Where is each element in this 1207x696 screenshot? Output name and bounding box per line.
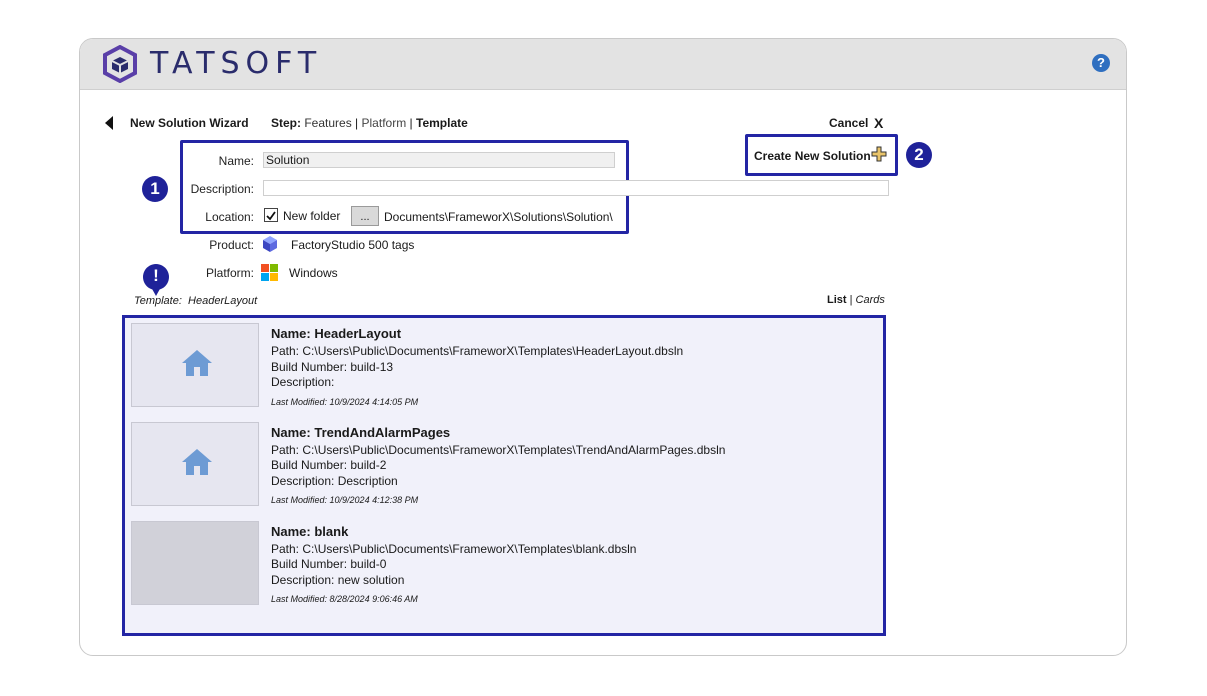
warning-marker: ! <box>153 266 159 285</box>
tatsoft-logo-icon <box>103 45 137 83</box>
home-icon <box>182 350 212 376</box>
template-value: HeaderLayout <box>188 295 258 307</box>
template-path: Path: C:\Users\Public\Documents\Framewor… <box>271 344 684 358</box>
logo-text: TATSOFT <box>150 46 323 81</box>
windows-icon <box>261 264 278 281</box>
close-button[interactable]: X <box>874 115 883 131</box>
location-path: Documents\FrameworX\Solutions\Solution\ <box>384 210 613 224</box>
wizard-title: New Solution Wizard <box>130 116 249 130</box>
step-label: Step: <box>271 116 301 130</box>
template-label: Template: <box>134 295 182 307</box>
step-breadcrumb: Step: Features | Platform | Template <box>271 116 468 130</box>
description-label: Description: <box>190 182 254 196</box>
view-separator: | <box>849 294 853 306</box>
template-name[interactable]: Name: TrendAndAlarmPages <box>271 425 450 440</box>
template-thumbnail[interactable] <box>131 521 259 605</box>
template-build: Build Number: build-13 <box>271 360 394 374</box>
check-icon <box>266 211 276 221</box>
marker-two: 2 <box>906 142 932 168</box>
product-cube-icon <box>263 236 277 252</box>
cancel-button[interactable]: Cancel <box>829 116 868 130</box>
description-input[interactable] <box>263 180 889 196</box>
template-modified: Last Modified: 10/9/2024 4:12:38 PM <box>271 495 419 505</box>
step-platform[interactable]: Platform <box>362 116 407 130</box>
home-icon <box>182 449 212 475</box>
template-name[interactable]: Name: HeaderLayout <box>271 326 401 341</box>
back-arrow-icon[interactable] <box>104 116 114 130</box>
location-label: Location: <box>205 210 254 224</box>
view-toggle: List | Cards <box>827 294 885 306</box>
template-modified: Last Modified: 8/28/2024 9:06:46 AM <box>271 594 418 604</box>
plus-icon[interactable] <box>871 146 887 162</box>
step-features[interactable]: Features <box>304 116 351 130</box>
new-folder-checkbox[interactable] <box>264 208 278 222</box>
title-bar: TATSOFT ? <box>80 39 1126 90</box>
browse-button[interactable]: ... <box>351 206 379 226</box>
view-cards-link[interactable]: Cards <box>856 294 885 306</box>
view-list-link[interactable]: List <box>827 294 847 306</box>
template-thumbnail[interactable] <box>131 422 259 506</box>
name-input[interactable]: Solution <box>263 152 615 168</box>
help-icon[interactable]: ? <box>1092 54 1110 72</box>
product-label: Product: <box>209 238 254 252</box>
template-build: Build Number: build-0 <box>271 557 387 571</box>
platform-value: Windows <box>289 266 338 280</box>
step-template[interactable]: Template <box>416 116 468 130</box>
template-name[interactable]: Name: blank <box>271 524 348 539</box>
template-description: Description: <box>271 375 335 389</box>
template-path: Path: C:\Users\Public\Documents\Framewor… <box>271 542 637 556</box>
template-thumbnail[interactable] <box>131 323 259 407</box>
template-path: Path: C:\Users\Public\Documents\Framewor… <box>271 443 726 457</box>
step-separator: | <box>409 116 413 130</box>
template-modified: Last Modified: 10/9/2024 4:14:05 PM <box>271 397 419 407</box>
create-new-solution-button[interactable]: Create New Solution <box>754 149 871 163</box>
product-value: FactoryStudio 500 tags <box>291 238 415 252</box>
step-separator: | <box>355 116 359 130</box>
template-description: Description: Description <box>271 474 398 488</box>
template-indicator: Template: HeaderLayout <box>134 295 257 307</box>
name-label: Name: <box>218 154 254 168</box>
template-build: Build Number: build-2 <box>271 458 387 472</box>
template-description: Description: new solution <box>271 573 405 587</box>
new-folder-label: New folder <box>283 209 341 223</box>
